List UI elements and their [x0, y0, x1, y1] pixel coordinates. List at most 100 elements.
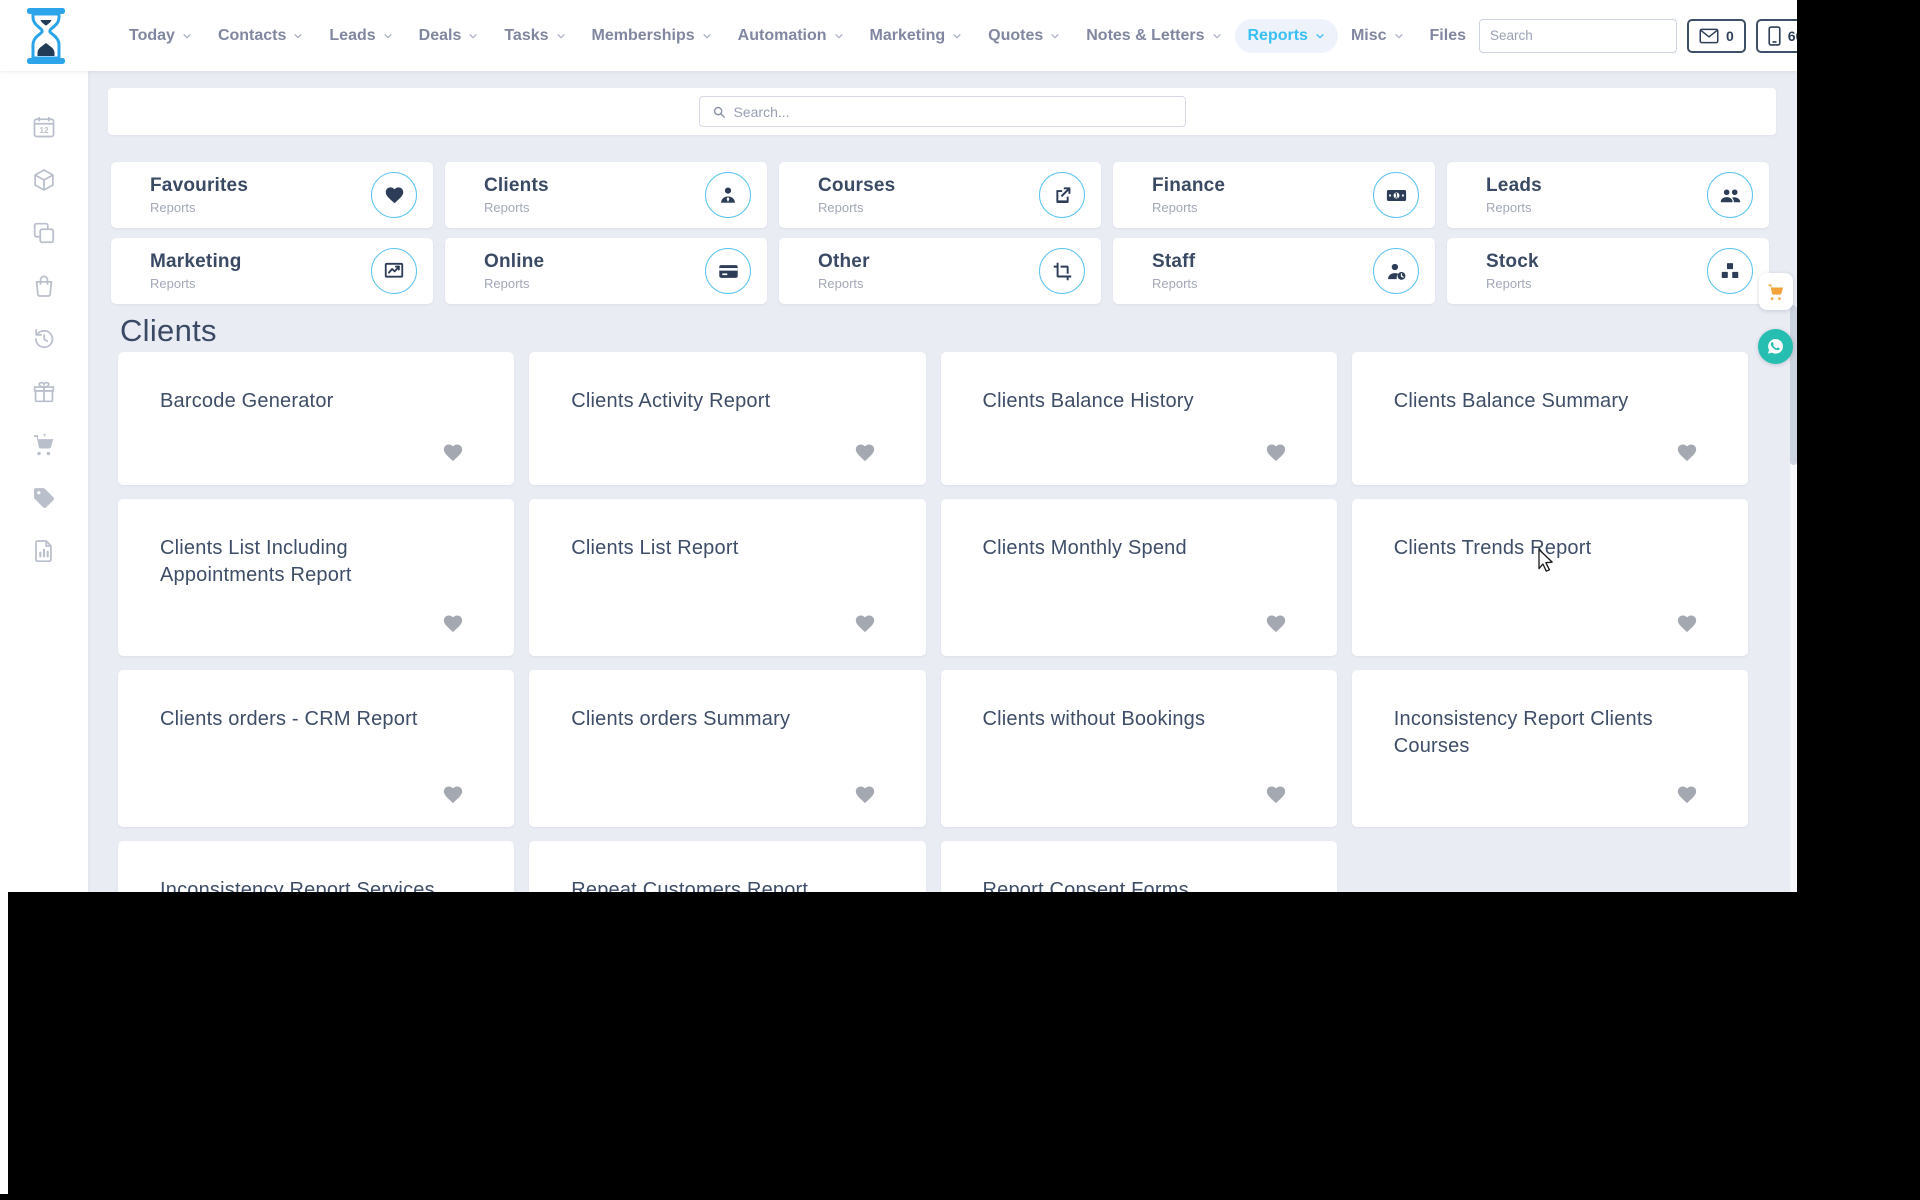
- report-card-barcode-generator[interactable]: Barcode Generator: [118, 352, 515, 486]
- favourite-heart-icon[interactable]: [1676, 784, 1698, 806]
- category-card-finance[interactable]: Finance Reports 1: [1113, 162, 1435, 228]
- favourite-heart-icon[interactable]: [442, 613, 464, 635]
- favourite-heart-icon[interactable]: [442, 442, 464, 464]
- chevron-down-icon: [182, 31, 192, 41]
- nav-item-label: Files: [1429, 26, 1466, 44]
- person-icon: [705, 172, 751, 218]
- favourite-heart-icon[interactable]: [1265, 784, 1287, 806]
- reports-search-input[interactable]: [733, 103, 1173, 120]
- category-subtitle: Reports: [1152, 200, 1198, 215]
- report-card-clients-monthly-spend[interactable]: Clients Monthly Spend: [940, 499, 1337, 657]
- category-card-clients[interactable]: Clients Reports: [445, 162, 767, 228]
- svg-text:1: 1: [1394, 192, 1398, 199]
- chat-support-button[interactable]: [1758, 329, 1793, 364]
- report-card-clients-orders-summary[interactable]: Clients orders Summary: [529, 670, 926, 828]
- report-card-title: Inconsistency Report Clients Courses: [1393, 708, 1653, 758]
- banknote-icon: 1: [1373, 172, 1419, 218]
- topbar-right-cluster: 0 6048 11 ? i LONDON SUPPORT: [1479, 13, 1797, 59]
- nav-item-memberships[interactable]: Memberships: [579, 19, 725, 53]
- category-card-leads[interactable]: Leads Reports: [1447, 162, 1769, 228]
- favourite-heart-icon[interactable]: [854, 613, 876, 635]
- category-card-favourites[interactable]: Favourites Reports: [111, 162, 433, 228]
- nav-item-reports[interactable]: Reports: [1234, 18, 1338, 53]
- favourite-heart-icon[interactable]: [1676, 613, 1698, 635]
- calls-badge[interactable]: 6048: [1755, 18, 1797, 53]
- shopping-bag-icon: [35, 275, 53, 297]
- favourite-heart-icon[interactable]: [1676, 442, 1698, 464]
- category-title: Courses: [818, 175, 896, 196]
- main-menu: Today Contacts Leads Deals Tasks Members…: [116, 18, 1479, 53]
- sidebar-item-duplicates[interactable]: [31, 220, 57, 246]
- report-card-title: Clients Monthly Spend: [982, 537, 1187, 560]
- report-card-clients-trends-report[interactable]: Clients Trends Report: [1351, 499, 1748, 657]
- sidebar-item-shop[interactable]: [31, 432, 57, 458]
- smartphone-icon: [1768, 25, 1781, 46]
- app-logo-hourglass-icon[interactable]: [24, 7, 68, 65]
- sidebar-item-calendar[interactable]: 12: [31, 114, 57, 140]
- category-title: Stock: [1486, 251, 1539, 272]
- top-navigation-bar: Today Contacts Leads Deals Tasks Members…: [0, 0, 1797, 71]
- history-icon: [35, 329, 54, 349]
- category-card-online[interactable]: Online Reports: [445, 238, 767, 304]
- category-card-staff[interactable]: Staff Reports: [1113, 238, 1435, 304]
- nav-item-leads[interactable]: Leads: [316, 19, 405, 53]
- favourite-heart-icon[interactable]: [854, 442, 876, 464]
- sidebar-item-reports[interactable]: [31, 538, 57, 564]
- section-title: Clients: [120, 313, 217, 348]
- nav-item-deals[interactable]: Deals: [406, 19, 492, 53]
- report-card-title: Clients List Including Appointments Repo…: [160, 537, 352, 587]
- screen-artifact-strip: [0, 892, 8, 1194]
- chevron-down-icon: [834, 31, 844, 41]
- chevron-down-icon: [556, 31, 566, 41]
- messages-badge[interactable]: 0: [1687, 18, 1746, 53]
- favourite-heart-icon[interactable]: [1265, 613, 1287, 635]
- vertical-scrollbar[interactable]: [1790, 305, 1797, 892]
- sidebar-item-gift-vouchers[interactable]: [31, 379, 57, 405]
- nav-item-marketing[interactable]: Marketing: [857, 19, 976, 53]
- category-card-courses[interactable]: Courses Reports: [779, 162, 1101, 228]
- nav-item-tasks[interactable]: Tasks: [491, 19, 578, 53]
- category-subtitle: Reports: [1486, 276, 1532, 291]
- category-card-marketing[interactable]: Marketing Reports: [111, 238, 433, 304]
- report-card-title: Clients Activity Report: [571, 390, 771, 413]
- report-card-clients-list-including-appointments-report[interactable]: Clients List Including Appointments Repo…: [118, 499, 515, 657]
- report-card-inconsistency-report-clients-courses[interactable]: Inconsistency Report Clients Courses: [1351, 670, 1748, 828]
- global-search-input[interactable]: [1480, 19, 1676, 52]
- nav-item-contacts[interactable]: Contacts: [205, 19, 316, 53]
- nav-item-notes-letters[interactable]: Notes & Letters: [1073, 19, 1234, 53]
- report-card-repeat-customers-report[interactable]: Repeat Customers Report: [529, 841, 926, 892]
- report-card-clients-balance-history[interactable]: Clients Balance History: [940, 352, 1337, 486]
- category-card-stock[interactable]: Stock Reports: [1447, 238, 1769, 304]
- app-window: Today Contacts Leads Deals Tasks Members…: [0, 0, 1797, 892]
- report-card-clients-balance-summary[interactable]: Clients Balance Summary: [1351, 352, 1748, 486]
- report-card-title: Inconsistency Report Services: [160, 879, 435, 892]
- basket-flyout-button[interactable]: [1759, 273, 1793, 310]
- sidebar-item-orders[interactable]: [31, 273, 57, 299]
- category-card-other[interactable]: Other Reports: [779, 238, 1101, 304]
- report-card-clients-list-report[interactable]: Clients List Report: [529, 499, 926, 657]
- sidebar-item-history[interactable]: [31, 326, 57, 352]
- nav-item-label: Reports: [1247, 26, 1308, 44]
- sidebar-item-discounts[interactable]: [31, 485, 57, 511]
- left-sidebar: 12: [0, 71, 88, 892]
- favourite-heart-icon[interactable]: [1265, 442, 1287, 464]
- favourite-heart-icon[interactable]: [442, 784, 464, 806]
- report-card-clients-without-bookings[interactable]: Clients without Bookings: [940, 670, 1337, 828]
- nav-item-quotes[interactable]: Quotes: [975, 19, 1073, 53]
- nav-item-label: Leads: [329, 26, 376, 44]
- report-card-clients-activity-report[interactable]: Clients Activity Report: [529, 352, 926, 486]
- reports-search-panel: [108, 88, 1776, 135]
- report-card-inconsistency-report-services[interactable]: Inconsistency Report Services: [118, 841, 515, 892]
- boxes-icon: [1707, 248, 1753, 294]
- nav-item-files[interactable]: Files: [1417, 19, 1479, 53]
- sidebar-item-packages[interactable]: [31, 167, 57, 193]
- envelope-icon: [1699, 28, 1719, 43]
- report-card-report-consent-forms[interactable]: Report Consent Forms: [940, 841, 1337, 892]
- report-category-grid: Favourites Reports Clients Reports Cours…: [111, 162, 1769, 304]
- nav-item-misc[interactable]: Misc: [1338, 19, 1417, 53]
- nav-item-today[interactable]: Today: [116, 19, 205, 53]
- nav-item-automation[interactable]: Automation: [725, 19, 857, 53]
- scrollbar-thumb[interactable]: [1790, 305, 1797, 465]
- favourite-heart-icon[interactable]: [854, 784, 876, 806]
- report-card-clients-orders-crm-report[interactable]: Clients orders - CRM Report: [118, 670, 515, 828]
